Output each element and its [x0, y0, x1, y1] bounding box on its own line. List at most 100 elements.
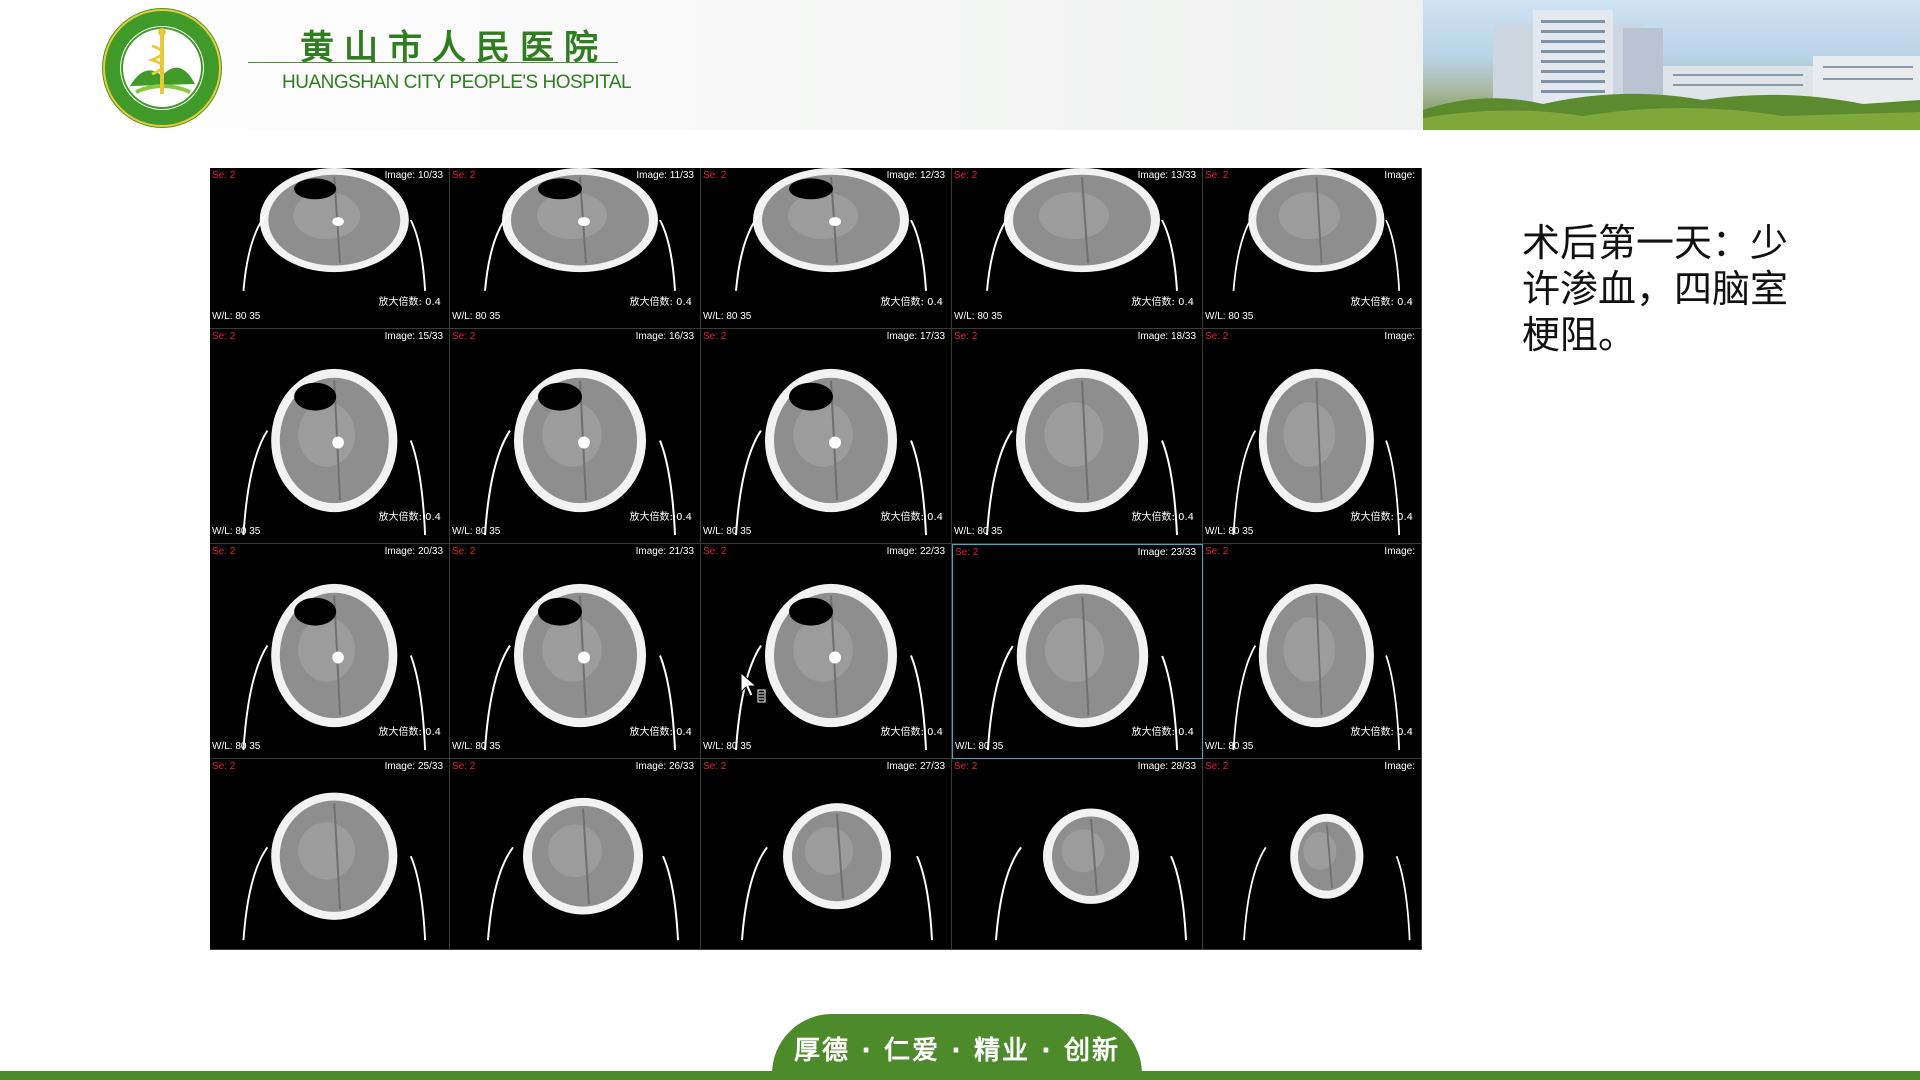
ct-slice[interactable]: Se: 2 Image: — [1203, 759, 1422, 950]
window-level-label: W/L: 80 35 — [955, 741, 1004, 752]
zoom-label: 放大倍数: 0.4 — [1131, 727, 1194, 738]
series-label: Se: 2 — [703, 170, 727, 181]
zoom-label: 放大倍数: 0.4 — [378, 512, 441, 523]
ct-slice[interactable]: Se: 2 Image: W/L: 80 35 放大倍数: 0.4 — [1203, 544, 1422, 759]
image-number: Image: 28/33 — [1137, 761, 1196, 772]
image-number: Image: 18/33 — [1137, 331, 1196, 342]
zoom-label: 放大倍数: 0.4 — [378, 297, 441, 308]
series-label: Se: 2 — [1205, 331, 1229, 342]
series-label: Se: 2 — [954, 170, 978, 181]
brain-scan-image — [242, 792, 427, 941]
ct-slice[interactable]: Se: 2 Image: 26/33 — [450, 759, 701, 950]
zoom-label: 放大倍数: 0.4 — [378, 727, 441, 738]
window-level-label: W/L: 80 35 — [212, 741, 261, 752]
image-number: Image: 21/33 — [635, 546, 694, 557]
zoom-label: 放大倍数: 0.4 — [1350, 512, 1413, 523]
footer-bar — [0, 1071, 1920, 1080]
mouse-pointer-icon — [740, 672, 766, 703]
window-level-label: W/L: 80 35 — [1205, 311, 1254, 322]
ct-slice[interactable]: Se: 2 Image: 18/33 W/L: 80 35 放大倍数: 0.4 — [952, 329, 1203, 544]
brain-scan-image — [995, 808, 1187, 941]
image-number: Image: 15/33 — [384, 331, 443, 342]
zoom-label: 放大倍数: 0.4 — [880, 727, 943, 738]
ct-slice[interactable]: Se: 2 Image: 27/33 — [701, 759, 952, 950]
ct-slice[interactable]: Se: 2 Image: 20/33 W/L: 80 35 放大倍数: 0.4 — [210, 544, 450, 759]
hospital-slogan: 厚德 · 仁爱 · 精业 · 创新 — [794, 1036, 1120, 1066]
brain-scan-image — [741, 803, 933, 941]
series-label: Se: 2 — [954, 331, 978, 342]
series-label: Se: 2 — [452, 761, 476, 772]
ct-slice[interactable]: Se: 2 Image: W/L: 80 35 放大倍数: 0.4 — [1203, 168, 1422, 329]
ct-slice[interactable]: Se: 2 Image: 15/33 W/L: 80 35 放大倍数: 0.4 — [210, 329, 450, 544]
window-level-label: W/L: 80 35 — [452, 741, 501, 752]
series-label: Se: 2 — [1205, 761, 1229, 772]
image-number: Image: 22/33 — [886, 546, 945, 557]
hospital-building-photo — [1423, 0, 1920, 130]
zoom-label: 放大倍数: 0.4 — [629, 297, 692, 308]
series-label: Se: 2 — [703, 546, 727, 557]
series-label: Se: 2 — [212, 546, 236, 557]
image-number: Image: 11/33 — [636, 170, 694, 181]
hospital-logo — [102, 8, 222, 128]
image-number: Image: 25/33 — [384, 761, 443, 772]
image-number: Image: — [1384, 170, 1415, 181]
zoom-label: 放大倍数: 0.4 — [1131, 297, 1194, 308]
window-level-label: W/L: 80 35 — [452, 526, 501, 537]
ct-slice[interactable]: Se: 2 Image: 17/33 W/L: 80 35 放大倍数: 0.4 — [701, 329, 952, 544]
image-number: Image: 12/33 — [886, 170, 945, 181]
ct-slice[interactable]: Se: 2 Image: 23/33 W/L: 80 35 放大倍数: 0.4 — [952, 544, 1203, 759]
window-level-label: W/L: 80 35 — [212, 526, 261, 537]
slide-header: 黄山市人民医院 HUANGSHAN CITY PEOPLE'S HOSPITAL — [0, 0, 1920, 130]
ct-slice[interactable]: Se: 2 Image: 12/33 W/L: 80 35 放大倍数: 0.4 — [701, 168, 952, 329]
series-label: Se: 2 — [1205, 170, 1229, 181]
ct-slice[interactable]: Se: 2 Image: 28/33 — [952, 759, 1203, 950]
image-number: Image: 16/33 — [635, 331, 694, 342]
series-label: Se: 2 — [955, 547, 979, 558]
brain-scan-image — [487, 797, 679, 941]
series-label: Se: 2 — [703, 761, 727, 772]
window-level-label: W/L: 80 35 — [452, 311, 501, 322]
window-level-label: W/L: 80 35 — [212, 311, 261, 322]
image-number: Image: 27/33 — [886, 761, 945, 772]
zoom-label: 放大倍数: 0.4 — [1350, 297, 1413, 308]
series-label: Se: 2 — [954, 761, 978, 772]
ct-slice[interactable]: Se: 2 Image: 22/33 W/L: 80 35 放大倍数: 0.4 — [701, 544, 952, 759]
ct-slice[interactable]: Se: 2 Image: 13/33 W/L: 80 35 放大倍数: 0.4 — [952, 168, 1203, 329]
zoom-label: 放大倍数: 0.4 — [880, 297, 943, 308]
image-number: Image: — [1384, 546, 1415, 557]
series-label: Se: 2 — [452, 331, 476, 342]
clinical-note: 术后第一天：少许渗血，四脑室梗阻。 — [1522, 221, 1789, 357]
ct-scan-grid: Se: 2 Image: 10/33 W/L: 80 35 放大倍数: 0.4 Se: … — [210, 168, 1422, 950]
window-level-label: W/L: 80 35 — [703, 741, 752, 752]
image-number: Image: 20/33 — [384, 546, 443, 557]
image-number: Image: — [1384, 331, 1415, 342]
hospital-name-en: HUANGSHAN CITY PEOPLE'S HOSPITAL — [282, 72, 632, 93]
series-label: Se: 2 — [703, 331, 727, 342]
series-label: Se: 2 — [452, 170, 476, 181]
series-label: Se: 2 — [212, 331, 236, 342]
ct-slice[interactable]: Se: 2 Image: 10/33 W/L: 80 35 放大倍数: 0.4 — [210, 168, 450, 329]
series-label: Se: 2 — [452, 546, 476, 557]
window-level-label: W/L: 80 35 — [1205, 741, 1254, 752]
ct-slice[interactable]: Se: 2 Image: 21/33 W/L: 80 35 放大倍数: 0.4 — [450, 544, 701, 759]
image-number: Image: 10/33 — [384, 170, 443, 181]
image-number: Image: — [1384, 761, 1415, 772]
zoom-label: 放大倍数: 0.4 — [629, 512, 692, 523]
ct-slice[interactable]: Se: 2 Image: 25/33 — [210, 759, 450, 950]
zoom-label: 放大倍数: 0.4 — [629, 727, 692, 738]
ct-slice[interactable]: Se: 2 Image: W/L: 80 35 放大倍数: 0.4 — [1203, 329, 1422, 544]
image-number: Image: 17/33 — [886, 331, 945, 342]
ct-slice[interactable]: Se: 2 Image: 11/33 W/L: 80 35 放大倍数: 0.4 — [450, 168, 701, 329]
series-label: Se: 2 — [212, 170, 236, 181]
series-label: Se: 2 — [1205, 546, 1229, 557]
title-divider — [248, 62, 618, 63]
zoom-label: 放大倍数: 0.4 — [880, 512, 943, 523]
window-level-label: W/L: 80 35 — [1205, 526, 1254, 537]
image-number: Image: 26/33 — [635, 761, 694, 772]
series-label: Se: 2 — [212, 761, 236, 772]
ct-slice[interactable]: Se: 2 Image: 16/33 W/L: 80 35 放大倍数: 0.4 — [450, 329, 701, 544]
window-level-label: W/L: 80 35 — [954, 526, 1003, 537]
window-level-label: W/L: 80 35 — [703, 311, 752, 322]
zoom-label: 放大倍数: 0.4 — [1131, 512, 1194, 523]
zoom-label: 放大倍数: 0.4 — [1350, 727, 1413, 738]
